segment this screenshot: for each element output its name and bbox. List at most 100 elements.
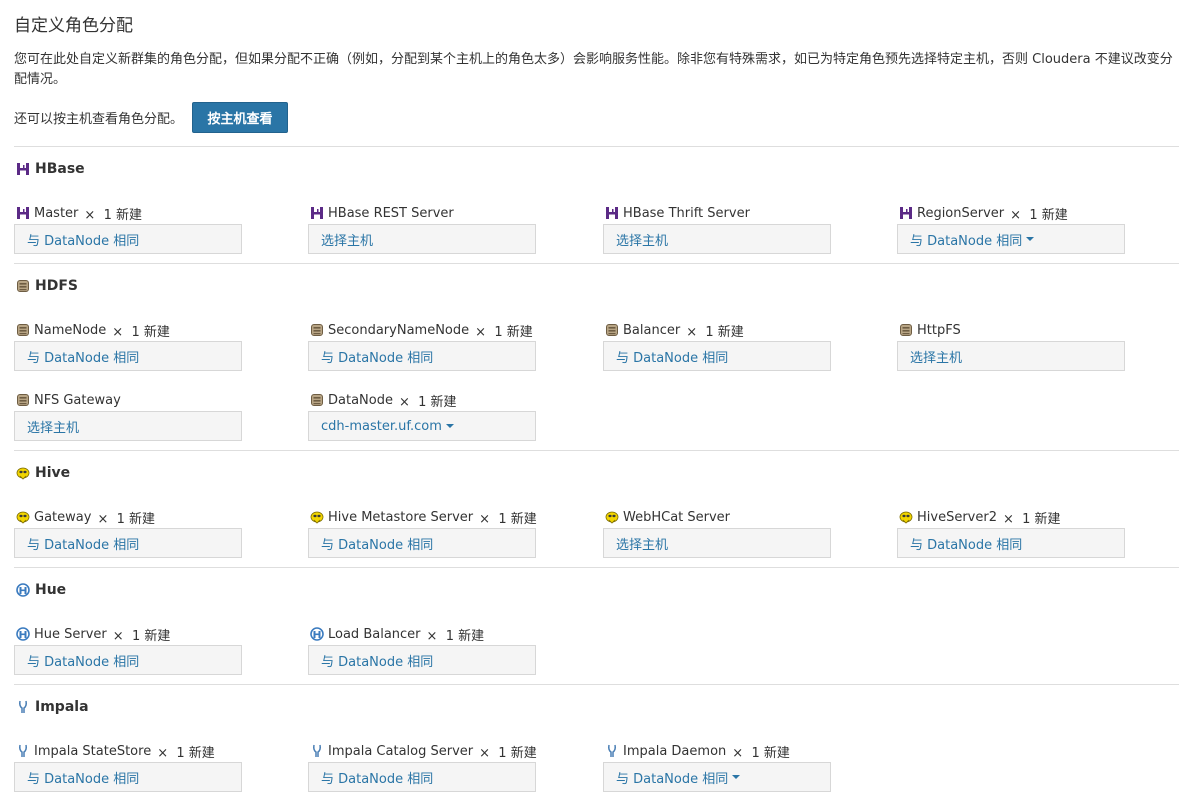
role-name: Hive Metastore Server	[328, 509, 474, 525]
hive-icon	[605, 510, 619, 524]
role-label: SecondaryNameNode × 1 新建	[310, 322, 533, 340]
hive-icon	[310, 510, 324, 524]
host-selector[interactable]: 与 DataNode 相同	[14, 645, 242, 675]
section-header-hbase: HBase	[16, 161, 85, 177]
hive-icon	[899, 510, 913, 524]
role-name: NFS Gateway	[34, 392, 121, 408]
view-by-host-text: 还可以按主机查看角色分配。	[14, 112, 184, 127]
host-selector-value: 与 DataNode 相同	[27, 537, 140, 553]
role-label: HttpFS	[899, 322, 961, 338]
host-selector[interactable]: 选择主机	[14, 411, 242, 441]
impala-icon	[605, 744, 619, 758]
host-selector[interactable]: 与 DataNode 相同	[308, 645, 536, 675]
role-count-value: 1 新建	[131, 324, 170, 340]
host-selector-value: cdh-master.uf.com	[321, 418, 442, 434]
host-selector[interactable]: 与 DataNode 相同	[897, 224, 1125, 254]
hdfs-icon	[899, 323, 913, 337]
hbase-icon	[605, 206, 619, 220]
section-title: Hive	[35, 465, 71, 481]
role-count: × 1 新建	[479, 745, 537, 761]
role-name: Impala Catalog Server	[328, 743, 474, 759]
role-label: Impala Daemon × 1 新建	[605, 743, 790, 761]
section-title: HDFS	[35, 278, 78, 294]
hue-icon	[310, 627, 324, 641]
role-name: NameNode	[34, 322, 107, 338]
host-selector-value: 选择主机	[910, 350, 963, 366]
role-count-value: 1 新建	[498, 511, 537, 527]
role-count-value: 1 新建	[116, 511, 156, 527]
role-name: HBase REST Server	[328, 205, 454, 221]
host-selector-value: 与 DataNode 相同	[616, 350, 729, 366]
host-selector-value: 选择主机	[616, 233, 669, 249]
role-count-value: 1 新建	[751, 745, 790, 761]
hdfs-icon	[16, 323, 30, 337]
chevron-down-icon	[1026, 237, 1035, 241]
hbase-icon	[16, 162, 30, 176]
role-name: Gateway	[34, 509, 92, 525]
role-count: × 1 新建	[112, 628, 171, 644]
hdfs-icon	[605, 323, 619, 337]
role-count: × 1 新建	[1002, 511, 1061, 527]
role-label: HBase REST Server	[310, 205, 454, 221]
view-by-host-row: 还可以按主机查看角色分配。 按主机查看	[14, 102, 289, 133]
section-header-hue: Hue	[16, 582, 66, 598]
host-selector[interactable]: 与 DataNode 相同	[14, 528, 242, 558]
role-count: × 1 新建	[732, 745, 790, 761]
host-selector[interactable]: 与 DataNode 相同	[308, 762, 536, 792]
role-name: HBase Thrift Server	[623, 205, 750, 221]
role-label: Impala Catalog Server × 1 新建	[310, 743, 537, 761]
host-selector[interactable]: 选择主机	[897, 341, 1125, 371]
role-label: DataNode × 1 新建	[310, 392, 457, 410]
host-selector[interactable]: 与 DataNode 相同	[603, 341, 831, 371]
host-selector[interactable]: 与 DataNode 相同	[14, 762, 242, 792]
view-by-host-button[interactable]: 按主机查看	[192, 102, 289, 133]
role-name: Impala StateStore	[34, 743, 152, 759]
hbase-icon	[899, 206, 913, 220]
host-selector-value: 与 DataNode 相同	[910, 537, 1023, 553]
host-selector-value: 与 DataNode 相同	[27, 654, 140, 670]
host-selector-value: 选择主机	[616, 537, 669, 553]
host-selector-value: 与 DataNode 相同	[321, 537, 434, 553]
role-name: HttpFS	[917, 322, 961, 338]
hive-icon	[16, 510, 30, 524]
section-impala: Impala Impala StateStore × 1 新建 与 DataNo…	[14, 684, 1179, 795]
role-count-value: 1 新建	[131, 628, 171, 644]
chevron-down-icon	[732, 775, 741, 779]
hue-icon	[16, 583, 30, 597]
role-name: Balancer	[623, 322, 681, 338]
hbase-icon	[310, 206, 324, 220]
section-header-hive: Hive	[16, 465, 70, 481]
host-selector[interactable]: 选择主机	[603, 224, 831, 254]
hue-icon	[16, 627, 30, 641]
host-selector[interactable]: 与 DataNode 相同	[14, 224, 242, 254]
role-label: Master × 1 新建	[16, 205, 142, 223]
role-count: × 1 新建	[84, 207, 142, 223]
host-selector[interactable]: 与 DataNode 相同	[14, 341, 242, 371]
role-name: Hue Server	[34, 626, 107, 642]
role-label: WebHCat Server	[605, 509, 730, 525]
section-header-hdfs: HDFS	[16, 278, 78, 294]
host-selector[interactable]: 与 DataNode 相同	[308, 341, 536, 371]
role-name: SecondaryNameNode	[328, 322, 470, 338]
role-count: × 1 新建	[157, 745, 215, 761]
role-name: WebHCat Server	[623, 509, 731, 525]
host-selector[interactable]: 选择主机	[603, 528, 831, 558]
hdfs-icon	[310, 393, 324, 407]
role-count: × 1 新建	[479, 511, 537, 527]
host-selector[interactable]: cdh-master.uf.com	[308, 411, 536, 441]
host-selector[interactable]: 与 DataNode 相同	[603, 762, 831, 792]
chevron-down-icon	[445, 424, 454, 428]
role-count-value: 1 新建	[418, 394, 457, 410]
host-selector[interactable]: 与 DataNode 相同	[897, 528, 1125, 558]
role-label: Hive Metastore Server × 1 新建	[310, 509, 537, 527]
role-count: × 1 新建	[1010, 207, 1068, 223]
role-count: × 1 新建	[112, 324, 170, 340]
section-title: HBase	[35, 161, 85, 177]
role-count: × 1 新建	[475, 324, 533, 340]
role-label: Hue Server × 1 新建	[16, 626, 171, 644]
role-name: Load Balancer	[328, 626, 421, 642]
host-selector[interactable]: 与 DataNode 相同	[308, 528, 536, 558]
impala-icon	[310, 744, 324, 758]
section-hdfs: HDFS NameNode × 1 新建 与 DataNode 相同 Secon…	[14, 263, 1179, 452]
host-selector[interactable]: 选择主机	[308, 224, 536, 254]
